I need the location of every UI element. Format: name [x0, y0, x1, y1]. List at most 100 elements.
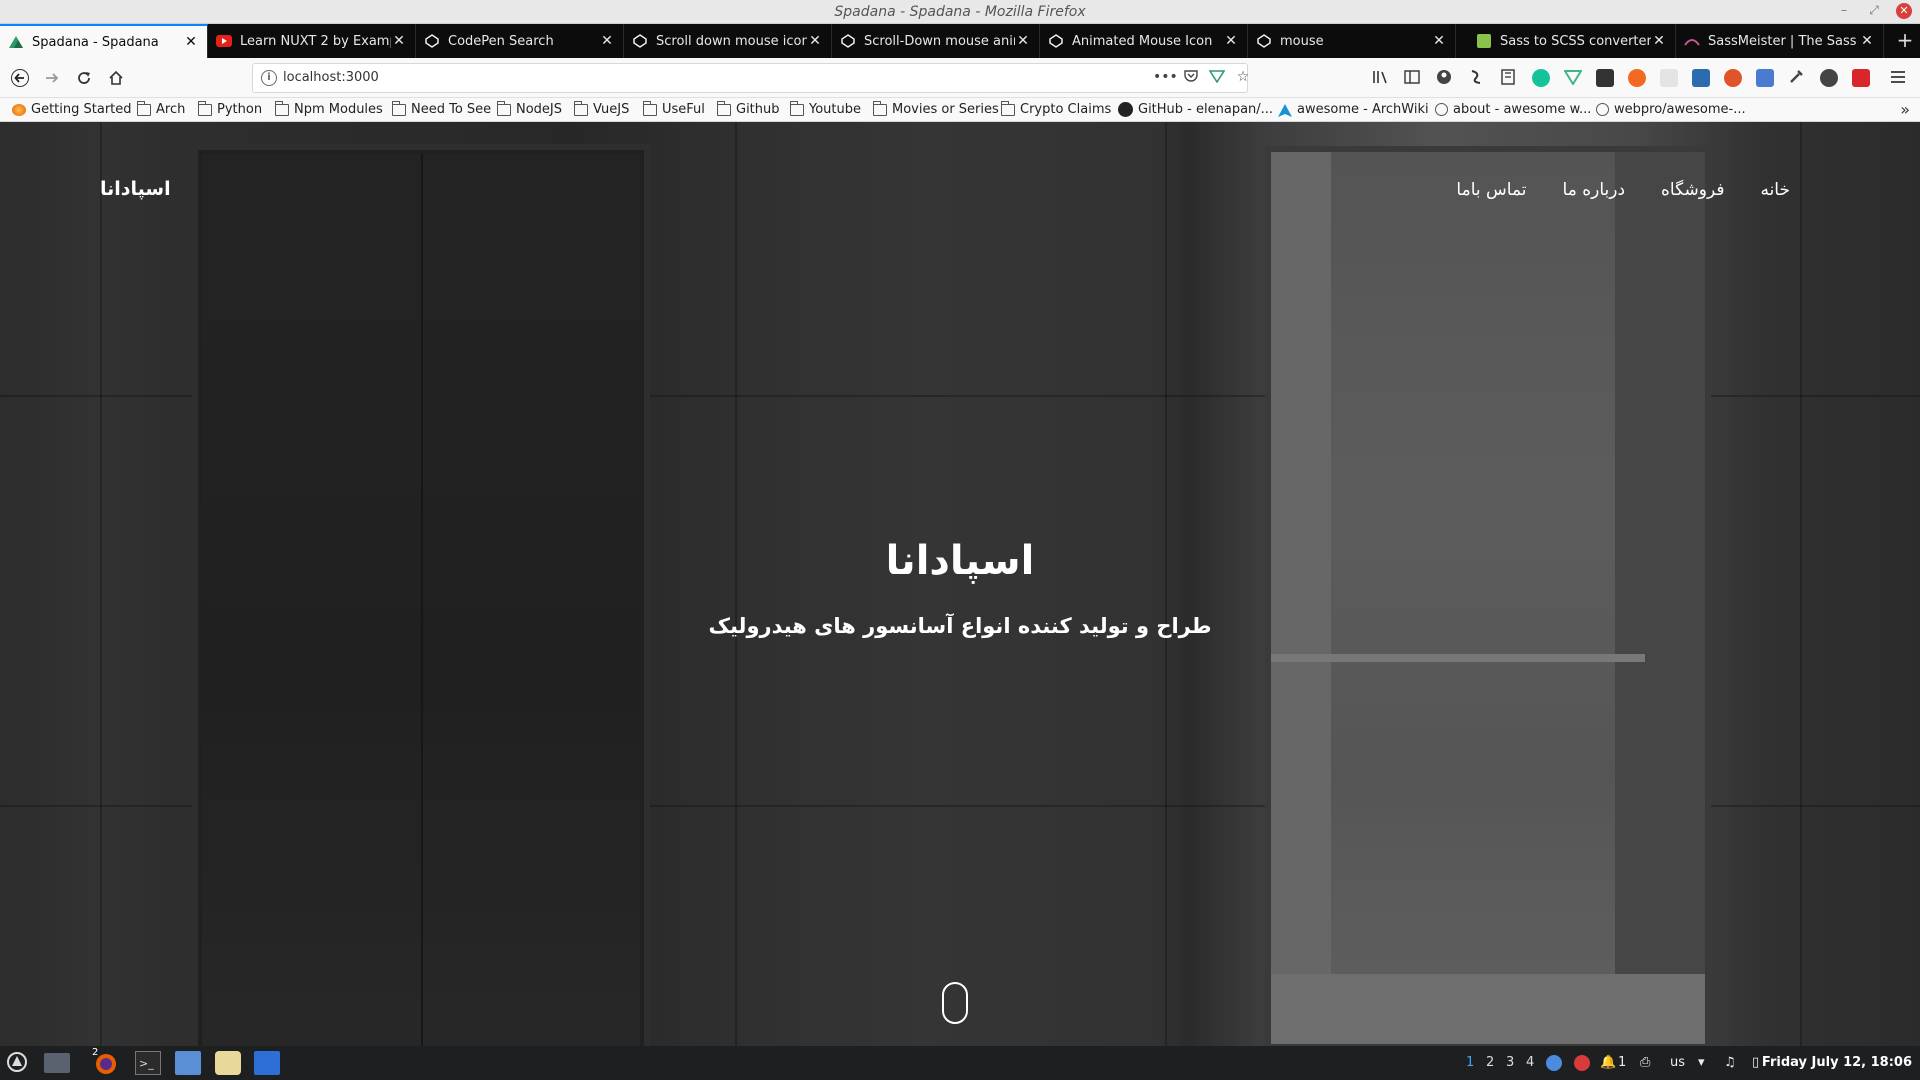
- eyedropper-icon[interactable]: [1788, 69, 1806, 87]
- bookmark-star-icon[interactable]: ☆: [1233, 69, 1253, 89]
- close-window-icon[interactable]: ✕: [1896, 3, 1912, 19]
- site-nav: تماس باما درباره ما فروشگاه خانه: [1456, 180, 1790, 200]
- sidebar-icon[interactable]: [1404, 69, 1422, 87]
- tab-mouse[interactable]: mouse ✕: [1248, 24, 1456, 58]
- music-note-icon[interactable]: ♫: [1724, 1055, 1736, 1070]
- new-tab-button[interactable]: +: [1890, 24, 1920, 58]
- hamburger-menu-icon[interactable]: [1890, 69, 1908, 87]
- bookmark-about-awesome[interactable]: about - awesome w...: [1435, 102, 1591, 117]
- tab-close-icon[interactable]: ✕: [1223, 33, 1239, 49]
- tab-close-icon[interactable]: ✕: [1651, 33, 1667, 49]
- minimize-icon[interactable]: –: [1836, 3, 1852, 17]
- tab-animated-mouse-icon[interactable]: Animated Mouse Icon ✕: [1040, 24, 1248, 58]
- tab-close-icon[interactable]: ✕: [807, 33, 823, 49]
- page-viewport: اسپادانا تماس باما درباره ما فروشگاه خان…: [0, 122, 1920, 1046]
- reader-extension-icon[interactable]: [1500, 69, 1518, 87]
- extension-hook-icon[interactable]: [1468, 69, 1486, 87]
- nav-shop[interactable]: فروشگاه: [1661, 180, 1724, 200]
- network-app-icon[interactable]: [1546, 1055, 1562, 1071]
- tab-close-icon[interactable]: ✕: [1431, 33, 1447, 49]
- duckduckgo-icon[interactable]: [1628, 69, 1646, 87]
- dark-extension-icon[interactable]: [1596, 69, 1614, 87]
- wifi-icon[interactable]: ▾: [1698, 1055, 1705, 1070]
- notification-bell-icon[interactable]: 🔔: [1600, 1055, 1616, 1070]
- tab-close-icon[interactable]: ✕: [599, 33, 615, 49]
- blank-extension-icon[interactable]: [1660, 69, 1678, 87]
- site-brand[interactable]: اسپادانا: [100, 178, 171, 200]
- pocket-icon[interactable]: [1181, 69, 1201, 89]
- tab-close-icon[interactable]: ✕: [1859, 33, 1875, 49]
- forward-button[interactable]: [40, 66, 64, 90]
- bookmark-label: Crypto Claims: [1020, 102, 1112, 117]
- bookmark-folder-npm-modules[interactable]: Npm Modules: [275, 100, 383, 117]
- maximize-icon[interactable]: ⤢: [1866, 3, 1882, 18]
- workspace-4[interactable]: 4: [1526, 1055, 1534, 1070]
- page-actions-icon[interactable]: •••: [1153, 69, 1178, 89]
- tab-learn-nuxt[interactable]: Learn NUXT 2 by Exampl ✕: [208, 24, 416, 58]
- bookmarks-overflow-icon[interactable]: »: [1900, 100, 1910, 119]
- nav-about[interactable]: درباره ما: [1563, 180, 1626, 200]
- bookmark-folder-python[interactable]: Python: [198, 100, 262, 117]
- nav-home[interactable]: خانه: [1760, 180, 1790, 200]
- tab-label: CodePen Search: [448, 33, 554, 49]
- launcher-icon[interactable]: [6, 1051, 32, 1075]
- tab-codepen-search[interactable]: CodePen Search ✕: [416, 24, 624, 58]
- file-manager-icon[interactable]: [44, 1053, 70, 1073]
- workspace-1[interactable]: 1: [1466, 1055, 1474, 1070]
- bookmark-folder-vuejs[interactable]: VueJS: [574, 100, 629, 117]
- bookmark-folder-need-to-see[interactable]: Need To See: [392, 100, 491, 117]
- url-text[interactable]: localhost:3000: [283, 70, 379, 85]
- back-button[interactable]: [8, 66, 32, 90]
- bookmark-webpro-awesome[interactable]: webpro/awesome-...: [1596, 102, 1746, 117]
- tab-sassmeister[interactable]: SassMeister | The Sass Pl ✕: [1676, 24, 1884, 58]
- battery-icon[interactable]: ▯: [1752, 1055, 1759, 1070]
- grammarly-icon[interactable]: [1532, 69, 1550, 87]
- account-icon[interactable]: [1436, 69, 1454, 87]
- site-info-icon[interactable]: i: [261, 70, 277, 86]
- files-icon[interactable]: [175, 1051, 201, 1075]
- printer-icon[interactable]: ⎙: [1640, 1055, 1650, 1070]
- bookmark-getting-started[interactable]: Getting Started: [12, 102, 132, 117]
- screenshot-extension-icon[interactable]: [1692, 69, 1710, 87]
- window-title: Spadana - Spadana - Mozilla Firefox: [834, 4, 1086, 20]
- tab-close-icon[interactable]: ✕: [1015, 33, 1031, 49]
- tab-close-icon[interactable]: ✕: [183, 34, 199, 50]
- tab-sass-to-scss[interactable]: Sass to SCSS converter | ✕: [1468, 24, 1676, 58]
- keyboard-layout[interactable]: us: [1670, 1055, 1685, 1070]
- terminal-icon[interactable]: >_: [135, 1051, 161, 1075]
- home-button[interactable]: [104, 66, 128, 90]
- ublock-icon[interactable]: [1724, 69, 1742, 87]
- bookmark-folder-arch[interactable]: Arch: [137, 100, 185, 117]
- bookmark-folder-crypto-claims[interactable]: Crypto Claims: [1001, 100, 1112, 117]
- nav-contact[interactable]: تماس باما: [1456, 180, 1526, 200]
- url-bar[interactable]: i localhost:3000 ••• ☆: [252, 63, 1249, 93]
- workspace-3[interactable]: 3: [1506, 1055, 1514, 1070]
- scroll-down-mouse-icon[interactable]: [942, 982, 968, 1024]
- pdf-extension-icon[interactable]: [1852, 69, 1870, 87]
- tab-scroll-down-mouse-anim[interactable]: Scroll-Down mouse anim ✕: [832, 24, 1040, 58]
- text-editor-icon[interactable]: [254, 1051, 280, 1075]
- translate-icon[interactable]: [1756, 69, 1774, 87]
- bookmark-awesome-archwiki[interactable]: awesome - ArchWiki: [1278, 102, 1429, 117]
- hero-overlay: [0, 122, 1920, 1046]
- bookmark-folder-movies-or-series[interactable]: Movies or Series: [873, 100, 999, 117]
- tray-app-icon[interactable]: [1574, 1055, 1590, 1071]
- library-icon[interactable]: [1372, 69, 1390, 87]
- dark-reader-icon[interactable]: [1820, 69, 1838, 87]
- workspace-2[interactable]: 2: [1486, 1055, 1494, 1070]
- reload-button[interactable]: [72, 66, 96, 90]
- bookmark-folder-nodejs[interactable]: NodeJS: [497, 100, 562, 117]
- bookmark-label: about - awesome w...: [1453, 102, 1592, 117]
- vue-extension-icon[interactable]: [1563, 69, 1583, 87]
- bookmark-folder-youtube[interactable]: Youtube: [790, 100, 861, 117]
- bookmark-folder-useful[interactable]: UseFul: [643, 100, 705, 117]
- media-player-icon[interactable]: [215, 1051, 241, 1075]
- firefox-icon: [12, 103, 26, 116]
- bookmark-github-elenapan[interactable]: GitHub - elenapan/...: [1118, 102, 1273, 117]
- tab-scroll-down-mouse-icon[interactable]: Scroll down mouse icon ✕: [624, 24, 832, 58]
- bookmark-folder-github[interactable]: Github: [717, 100, 780, 117]
- tab-spadana[interactable]: Spadana - Spadana ✕: [0, 24, 208, 58]
- firefox-taskbar-icon[interactable]: 2: [92, 1047, 118, 1075]
- vue-devtools-icon[interactable]: [1207, 69, 1227, 89]
- tab-close-icon[interactable]: ✕: [391, 33, 407, 49]
